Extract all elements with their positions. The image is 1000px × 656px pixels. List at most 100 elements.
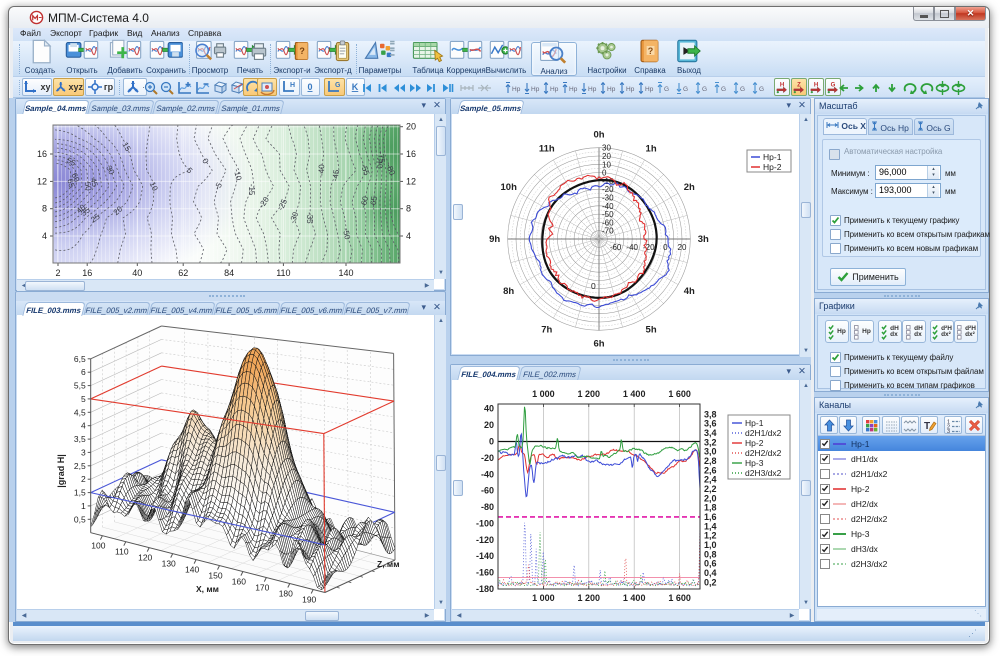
svg-text:2: 2: [81, 474, 86, 484]
svg-text:11h: 11h: [539, 144, 555, 155]
svg-text:d2H2/dx2: d2H2/dx2: [745, 448, 782, 458]
svg-text:-70: -70: [602, 227, 614, 236]
svg-text:0,5: 0,5: [74, 514, 86, 524]
svg-text:Hp-3: Hp-3: [745, 458, 764, 468]
svg-text:?: ?: [648, 46, 653, 56]
svg-text:40: 40: [132, 268, 142, 277]
svg-text:3,6: 3,6: [704, 419, 717, 429]
svg-text:Hp-2: Hp-2: [745, 438, 764, 448]
svg-text:-30: -30: [602, 194, 614, 203]
svg-text:2,0: 2,0: [704, 493, 717, 503]
svg-text:16: 16: [37, 149, 47, 159]
svg-text:Hp: Hp: [512, 86, 521, 93]
svg-text:12: 12: [37, 176, 47, 186]
svg-text:-15: -15: [247, 184, 256, 196]
svg-text:2,5: 2,5: [74, 461, 86, 471]
svg-text:20: 20: [406, 122, 416, 132]
svg-text:1 200: 1 200: [578, 593, 601, 603]
svg-text:Hp: Hp: [645, 86, 654, 93]
svg-text:40: 40: [484, 404, 494, 414]
svg-text:-40: -40: [317, 164, 326, 176]
svg-text:170: 170: [255, 583, 269, 593]
svg-text:2,8: 2,8: [704, 456, 717, 466]
svg-text:-40: -40: [602, 202, 614, 211]
svg-text:?: ?: [299, 46, 304, 56]
svg-text:110: 110: [276, 268, 290, 277]
svg-text:-160: -160: [476, 568, 494, 578]
svg-text:0,6: 0,6: [704, 559, 717, 569]
svg-text:Hp: Hp: [531, 86, 540, 93]
svg-text:2,2: 2,2: [704, 484, 717, 494]
svg-text:G: G: [740, 86, 745, 93]
svg-text:130: 130: [162, 559, 176, 569]
svg-text:G: G: [335, 82, 341, 89]
svg-text:H: H: [290, 82, 295, 89]
svg-text:3: 3: [81, 447, 86, 457]
svg-text:d2H1/dx2: d2H1/dx2: [745, 428, 782, 438]
svg-text:1 400: 1 400: [623, 593, 646, 603]
svg-text:Hp: Hp: [550, 86, 559, 93]
svg-text:-60: -60: [481, 486, 494, 496]
svg-text:5: 5: [81, 394, 86, 404]
svg-text:180: 180: [279, 589, 293, 599]
svg-text:0h: 0h: [593, 130, 604, 141]
svg-text:Hp: Hp: [569, 86, 578, 93]
svg-text:1 000: 1 000: [532, 389, 555, 399]
svg-text:-60: -60: [610, 243, 622, 252]
svg-text:-120: -120: [476, 535, 494, 545]
svg-text:84: 84: [224, 268, 234, 277]
svg-text:4: 4: [42, 231, 47, 241]
svg-text:Hp-2: Hp-2: [763, 162, 782, 172]
svg-text:62: 62: [178, 268, 188, 277]
svg-text:Hp: Hp: [588, 86, 597, 93]
svg-text:10h: 10h: [501, 182, 518, 193]
svg-text:-45: -45: [331, 169, 342, 182]
svg-text:4,5: 4,5: [74, 407, 86, 417]
svg-text:3: 3: [947, 429, 950, 433]
svg-text:1 400: 1 400: [623, 389, 646, 399]
svg-text:0: 0: [307, 82, 312, 92]
svg-text:-60: -60: [602, 218, 614, 227]
svg-text:Hp: Hp: [626, 86, 635, 93]
svg-text:-35: -35: [305, 212, 314, 224]
svg-text:6: 6: [81, 367, 86, 377]
svg-text:0: 0: [663, 243, 668, 252]
svg-text:3h: 3h: [698, 234, 709, 245]
svg-text:1 600: 1 600: [668, 593, 691, 603]
svg-text:-180: -180: [476, 584, 494, 594]
svg-text:1,0: 1,0: [704, 540, 717, 550]
svg-text:Hp-1: Hp-1: [745, 418, 764, 428]
svg-text:8h: 8h: [503, 286, 514, 297]
svg-text:5,5: 5,5: [74, 381, 86, 391]
svg-text:G: G: [683, 86, 688, 93]
svg-text:4: 4: [81, 421, 86, 431]
svg-text:-40: -40: [481, 469, 494, 479]
svg-text:30: 30: [602, 144, 611, 153]
svg-text:0,4: 0,4: [704, 568, 717, 578]
svg-text:1: 1: [81, 501, 86, 511]
svg-text:7h: 7h: [541, 324, 552, 335]
svg-text:-140: -140: [476, 551, 494, 561]
svg-text:G: G: [759, 86, 764, 93]
svg-text:Hp-1: Hp-1: [763, 152, 782, 162]
svg-text:8: 8: [406, 204, 411, 214]
svg-text:|grad H|: |grad H|: [56, 454, 66, 488]
svg-text:20: 20: [484, 420, 494, 430]
svg-text:150: 150: [208, 571, 222, 581]
svg-text:G: G: [721, 86, 726, 93]
svg-text:-40: -40: [626, 243, 638, 252]
svg-text:Hp: Hp: [607, 86, 616, 93]
svg-text:140: 140: [185, 565, 199, 575]
svg-text:2: 2: [55, 268, 60, 277]
svg-text:16: 16: [82, 268, 92, 277]
svg-text:6,5: 6,5: [74, 354, 86, 364]
svg-text:d2H3/dx2: d2H3/dx2: [745, 468, 782, 478]
svg-text:G: G: [664, 86, 669, 93]
svg-text:3,5: 3,5: [74, 434, 86, 444]
svg-text:110: 110: [115, 547, 129, 557]
svg-text:12: 12: [406, 176, 416, 186]
svg-text:2,6: 2,6: [704, 465, 717, 475]
svg-text:1,6: 1,6: [704, 512, 717, 522]
svg-text:120: 120: [138, 553, 152, 563]
svg-text:1 000: 1 000: [532, 593, 555, 603]
